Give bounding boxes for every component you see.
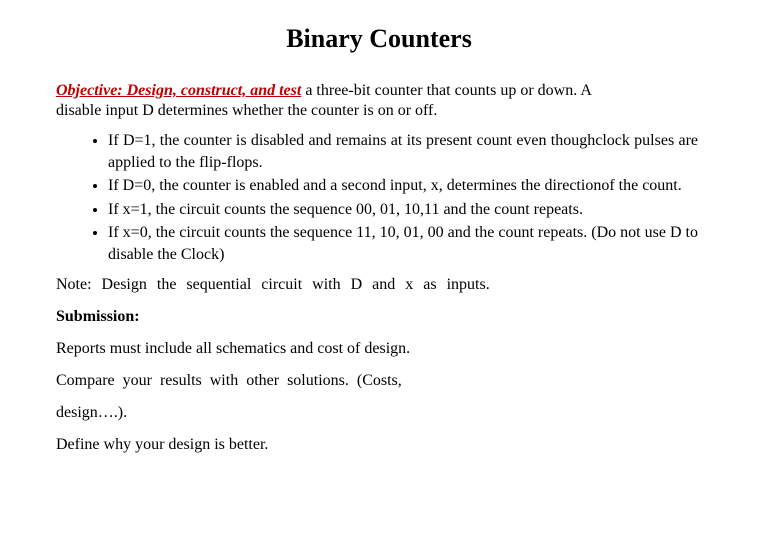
bullet-list: If D=1, the counter is disabled and rema… xyxy=(56,130,702,266)
list-item: If x=0, the circuit counts the sequence … xyxy=(108,222,702,265)
submission-line1: Reports must include all schematics and … xyxy=(56,340,702,358)
list-item: If x=1, the circuit counts the sequence … xyxy=(108,199,702,221)
objective-lead: Objective: Design, construct, and test xyxy=(56,82,301,99)
objective-tail: a three-bit counter that counts up or do… xyxy=(301,82,592,99)
objective-paragraph: Objective: Design, construct, and test a… xyxy=(56,82,702,100)
note-paragraph: Note: Design the sequential circuit with… xyxy=(56,276,702,294)
list-item: If D=0, the counter is enabled and a sec… xyxy=(108,175,702,197)
list-item: If D=1, the counter is disabled and rema… xyxy=(108,130,702,173)
submission-line3: design….). xyxy=(56,404,702,422)
page-title: Binary Counters xyxy=(56,24,702,54)
submission-line4: Define why your design is better. xyxy=(56,436,702,454)
objective-line2: disable input D determines whether the c… xyxy=(56,102,702,120)
submission-line2: Compare your results with other solution… xyxy=(56,372,702,390)
submission-heading: Submission: xyxy=(56,308,702,326)
document-page: Binary Counters Objective: Design, const… xyxy=(0,0,758,488)
